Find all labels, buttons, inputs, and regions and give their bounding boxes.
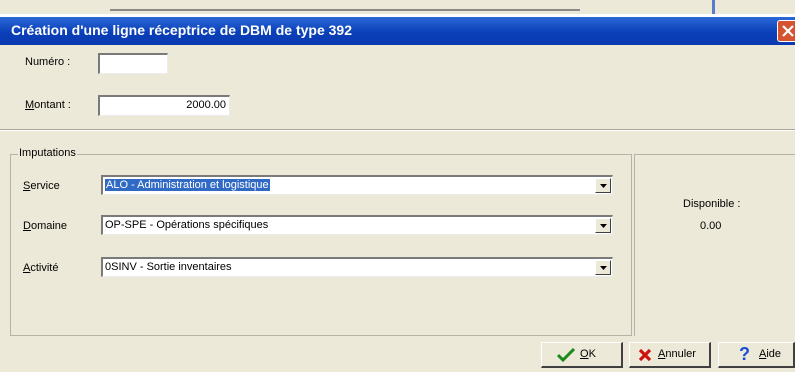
activite-select[interactable]: 0SINV - Sortie inventaires [101,257,613,277]
activite-label: Activité [23,262,59,274]
chevron-down-icon [600,224,607,228]
montant-label: Montant : [25,99,71,111]
dialog-window: Création d'une ligne réceptrice de DBM d… [0,17,795,372]
background-divider [110,9,580,11]
ok-button[interactable]: OK [541,342,623,368]
activite-dropdown-button[interactable] [595,260,611,275]
numero-input[interactable] [98,53,168,74]
title-bar[interactable]: Création d'une ligne réceptrice de DBM d… [0,17,795,45]
background-border [712,0,715,14]
montant-input[interactable]: 2000.00 [98,95,230,116]
domaine-label: Domaine [23,220,68,232]
separator-highlight [0,130,795,131]
service-dropdown-button[interactable] [595,178,611,193]
cancel-label: Annuler [658,348,696,360]
service-select[interactable]: ALO - Administration et logistique [101,175,613,195]
close-icon [782,25,794,37]
service-label: Service [23,180,60,192]
cancel-button[interactable]: Annuler [629,342,711,368]
domaine-value: OP-SPE - Opérations spécifiques [105,219,269,231]
question-mark-icon: ? [739,344,750,364]
montant-value: 2000.00 [186,99,226,111]
ok-label: OK [580,348,596,360]
help-button[interactable]: ? Aide [718,342,795,368]
red-x-icon [638,348,652,362]
disponible-label: Disponible : [683,198,741,210]
help-label: Aide [759,348,782,360]
disponible-value: 0.00 [700,220,722,232]
service-value: ALO - Administration et logistique [105,179,270,191]
disponible-panel [634,154,795,336]
activite-value: 0SINV - Sortie inventaires [105,261,232,273]
numero-label: Numéro : [25,56,71,68]
background-window-strip [0,0,795,14]
imputations-legend: Imputations [18,147,77,159]
chevron-down-icon [600,184,607,188]
checkmark-icon [557,348,575,362]
close-button[interactable] [777,20,795,42]
domaine-dropdown-button[interactable] [595,218,611,233]
dialog-title: Création d'une ligne réceptrice de DBM d… [11,22,352,38]
domaine-select[interactable]: OP-SPE - Opérations spécifiques [101,215,613,235]
chevron-down-icon [600,266,607,270]
